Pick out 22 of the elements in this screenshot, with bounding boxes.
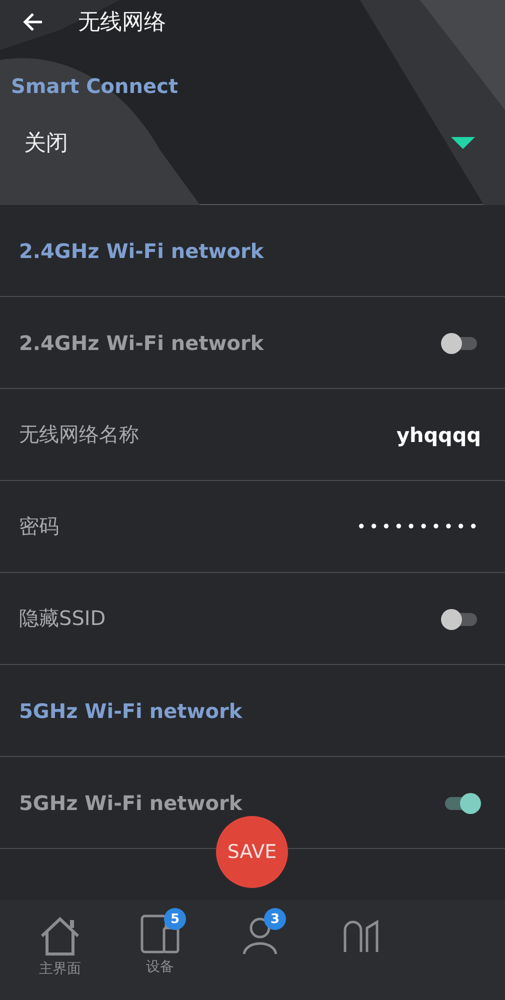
network-name-value[interactable]: yhqqqq [396,422,481,446]
save-button[interactable]: SAVE [216,816,288,888]
nav-tab[interactable]: 3 [210,900,310,1000]
nav-tab[interactable]: 主界面 [10,900,110,1000]
setting-label: 隐藏SSID [19,605,106,632]
dropdown-arrow-icon [451,137,475,149]
password-value[interactable]: •••••••••• [356,517,481,536]
devices-icon [140,914,180,954]
count-badge: 5 [164,908,186,930]
count-badge: 3 [264,908,286,930]
dropdown-value[interactable]: 关闭 [24,128,68,158]
back-icon[interactable] [22,11,44,33]
setting-label: 无线网络名称 [19,421,139,448]
setting-label: 2.4GHz Wi-Fi network [19,330,264,354]
setting-label: 密码 [19,513,59,540]
screen-title: 无线网络 [78,9,166,37]
home-icon [38,914,82,956]
nav-tab[interactable]: 设备 5 [110,900,210,1000]
setting-label: 5GHz Wi-Fi network [19,790,242,814]
section-heading: 2.4GHz Wi-Fi network [19,238,264,262]
section-heading: 5GHz Wi-Fi network [19,698,242,722]
section-heading: Smart Connect [11,74,178,98]
